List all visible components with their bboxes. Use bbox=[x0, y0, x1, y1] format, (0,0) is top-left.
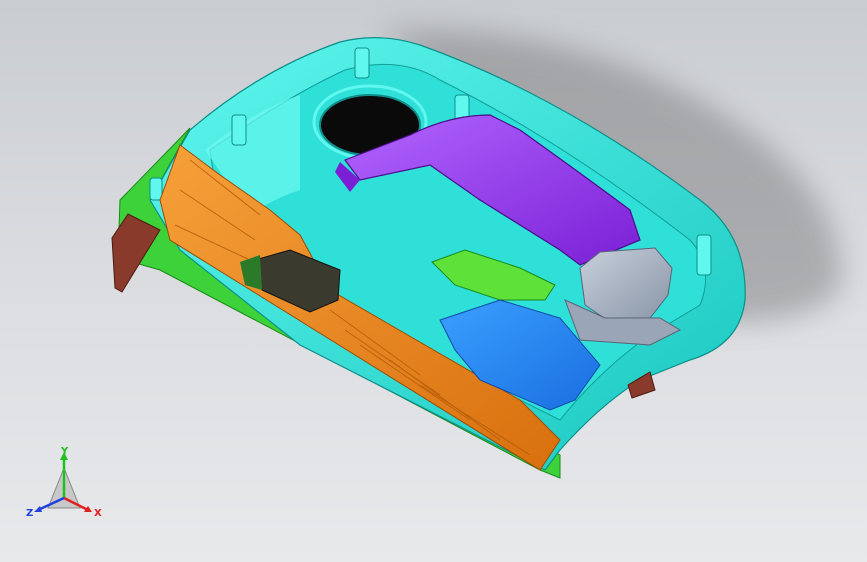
triad-y-label: Y bbox=[60, 446, 69, 457]
cad-model-render[interactable] bbox=[0, 0, 867, 562]
triad-z-arrow bbox=[34, 506, 42, 512]
triad-x-label: X bbox=[94, 508, 102, 519]
cad-viewport[interactable]: Y X Z bbox=[0, 0, 867, 562]
triad-z-label: Z bbox=[26, 508, 33, 519]
axis-triad[interactable]: Y X Z bbox=[24, 446, 104, 526]
